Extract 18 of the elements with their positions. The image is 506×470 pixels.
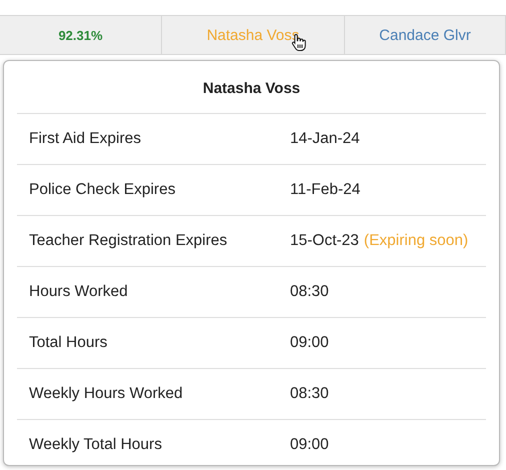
field-value: 15-Oct-23 <box>290 232 359 250</box>
field-value: 09:00 <box>290 334 329 352</box>
field-label: Teacher Registration Expires <box>29 232 228 250</box>
field-label: First Aid Expires <box>29 130 142 148</box>
field-label: Total Hours <box>29 334 108 352</box>
field-label: Weekly Hours Worked <box>29 385 184 403</box>
field-value: 08:30 <box>290 283 329 301</box>
column-header[interactable]: 92.31% <box>58 28 103 42</box>
field-value: 11-Feb-24 <box>290 181 360 199</box>
field-label: Police Check Expires <box>29 181 176 199</box>
field-value: 14-Jan-24 <box>290 130 360 148</box>
field-value: 09:00 <box>290 436 329 454</box>
field-label: Hours Worked <box>29 283 129 301</box>
field-label: Weekly Total Hours <box>29 436 163 454</box>
popover-title: Natasha Voss <box>17 61 486 114</box>
column-header[interactable]: Candace Glvr <box>379 26 471 44</box>
field-value: 08:30 <box>290 385 329 403</box>
warning-note: (Expiring soon) <box>364 232 468 250</box>
